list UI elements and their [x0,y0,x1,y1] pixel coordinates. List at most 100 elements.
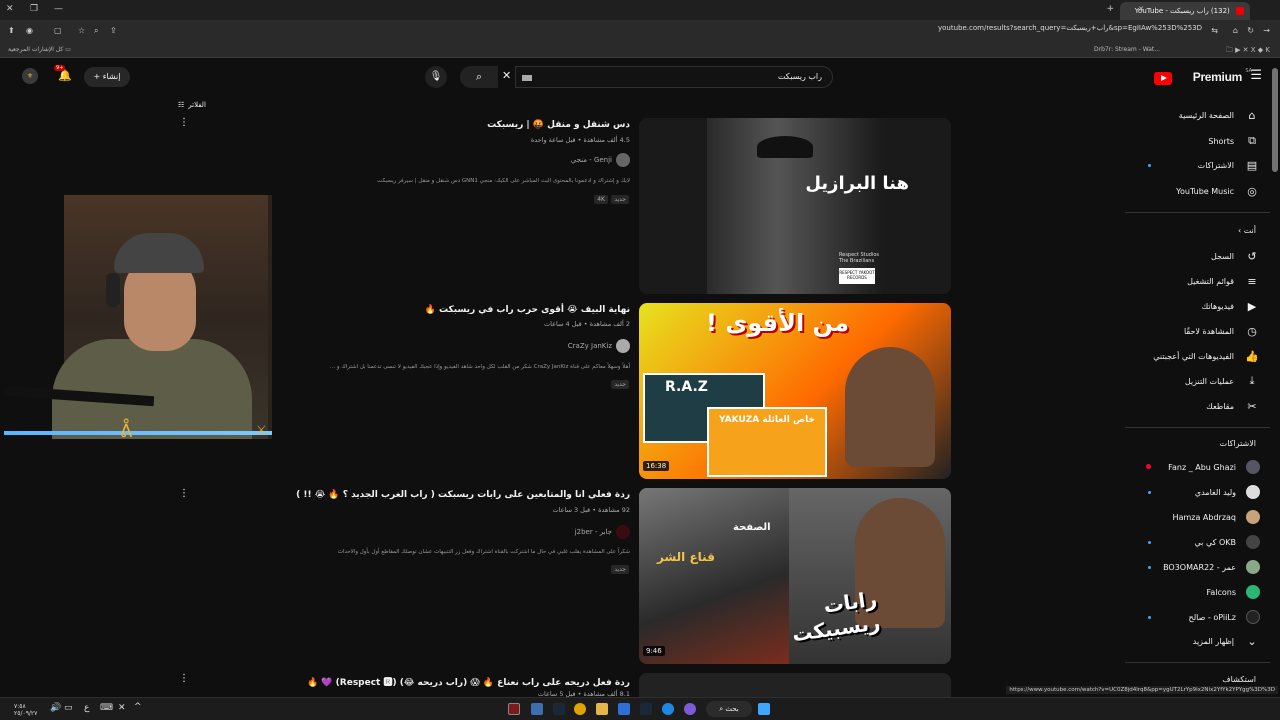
voice-search-button[interactable]: 🎙 [425,66,447,88]
sidebar-scrollbar[interactable] [1272,68,1278,172]
more-options-icon[interactable]: ⋮ [179,117,189,128]
sidebar-sub-item[interactable]: Hamza Abdrzaq [1120,507,1260,527]
new-tab-icon[interactable]: + [1106,4,1114,14]
sidebar-sub-item[interactable]: صالح - oPiiLz [1120,607,1260,627]
sidebar-item-liked[interactable]: الفيديوهات التي أعجبتني 👍 [1120,346,1260,366]
touch-keyboard-icon[interactable]: ⌨ [100,703,113,713]
sidebar-divider [1125,662,1270,663]
sidebar-item-label: إظهار المزيد [1192,636,1234,646]
edge-taskbar-icon[interactable] [662,703,674,715]
reload-icon[interactable]: ↻ [1247,26,1254,35]
thumbnail-person [845,347,935,467]
bookmark-icons-row[interactable]: 🗀 ▶ ✕ X ◆ K [1226,46,1270,57]
close-window-icon[interactable]: ✕ [6,4,14,14]
taskbar-search[interactable]: ⌕ بحث [706,701,752,717]
obs-taskbar-icon[interactable] [508,703,520,715]
create-button[interactable]: + إنشاء [84,67,130,87]
search-input[interactable]: راب ريسبكت [515,66,833,88]
sidebar-item-shorts[interactable]: Shorts ⧉ [1120,131,1260,151]
bookmark-drb7r[interactable]: Drb7r: Stream - Wat... [1094,46,1160,53]
sidebar-item-your-videos[interactable]: فيديوهاتك ▶ [1120,296,1260,316]
profile-icon[interactable]: ◉ [26,26,33,35]
download-icon: ⤓ [1249,374,1255,387]
sidebar-item-label: BO3OMAR22 - عمر [1163,562,1236,572]
tab-close-icon[interactable]: ✕ [1138,5,1144,13]
sidebar-sub-item[interactable]: Falcons [1120,582,1260,602]
sidebar-show-more[interactable]: إظهار المزيد ⌄ [1120,631,1260,651]
video-title[interactable]: ردة فعلي انا والمتابعين على رابات ريسبكت… [296,490,630,500]
sidebar-item-label: كي بي OKB [1194,537,1237,547]
site-settings-icon[interactable]: ⇆ [1211,26,1218,35]
steam-taskbar-icon[interactable] [553,703,565,715]
discord-taskbar-icon[interactable] [684,703,696,715]
sidebar-item-music[interactable]: YouTube Music ◎ [1120,181,1260,201]
sidebar-sub-item[interactable]: BO3OMAR22 - عمر [1120,557,1260,577]
live-indicator-icon [1146,464,1151,469]
home-browser-icon[interactable]: ⌂ [1233,26,1238,35]
status-url-tooltip: https://www.youtube.com/watch?v=UC0Z8jd4… [1006,686,1278,694]
more-options-icon[interactable]: ⋮ [179,673,189,684]
video-title[interactable]: دس شنقل و منقل 🤬 | ريسبكت [487,120,630,130]
video-thumbnail[interactable]: الصفحة قناع الشر رابات ريسبيكت 9:46 [639,488,951,664]
channel-link[interactable]: جابر - j2ber [575,525,630,539]
share-icon[interactable]: ⇪ [110,26,117,35]
keyboard-icon[interactable] [522,75,532,81]
app-taskbar-icon[interactable] [531,703,543,715]
url-input[interactable]: youtube.com/results?search_query=راب+ريس… [938,24,1202,32]
sidebar-item-home[interactable]: الصفحة الرئيسية ⌂ [1120,105,1260,125]
minimize-window-icon[interactable]: — [54,4,63,14]
back-icon[interactable]: → [1263,26,1270,35]
all-bookmarks-link[interactable]: كل الإشارات المرجعية ▭ [8,46,71,53]
channel-name: Genji - منجي [570,156,612,164]
file-explorer-icon[interactable] [596,703,608,715]
sidebar-item-clips[interactable]: مقاطعك ✂ [1120,396,1260,416]
sidebar-you-header[interactable]: ‹ أنت [1238,226,1256,235]
zoom-icon[interactable]: ⌕ [94,26,98,36]
clear-search-icon[interactable]: ✕ [502,69,511,82]
extensions-icon[interactable]: ⬆ [8,26,15,35]
chrome-taskbar-icon[interactable] [574,703,586,715]
bookmark-star-icon[interactable]: ☆ [78,26,85,35]
sidebar-item-watch-later[interactable]: المشاهدة لاحقًا ◷ [1120,321,1260,341]
all-bookmarks-label: كل الإشارات المرجعية [8,46,64,53]
video-title[interactable]: نهاية البيف 😭 أقوى حرب راب في ريسبكت 🔥 [425,305,630,315]
restore-window-icon[interactable]: ❐ [30,4,38,14]
menu-hamburger-icon[interactable]: ☰ [1250,68,1262,83]
tab-search-icon[interactable]: ▢ [54,26,62,35]
store-taskbar-icon[interactable] [618,703,630,715]
sidebar-sub-item[interactable]: Fanz _ Abu Ghazi [1120,457,1260,477]
volume-icon[interactable]: 🔊 [50,703,61,713]
sidebar-item-history[interactable]: السجل ↺ [1120,246,1260,266]
filters-button[interactable]: ☷ الفلاتر [178,101,206,109]
video-thumbnail[interactable]: هنا البرازيل Respect Studios The Brazili… [639,118,951,294]
sidebar-item-playlists[interactable]: قوائم التشغيل ≡ [1120,271,1260,291]
youtube-logo-icon[interactable] [1154,72,1172,85]
search-button[interactable]: ⌕ [460,66,498,88]
video-description: شكراً على المشاهدة يقلب غلبي في حال ما ا… [337,549,630,555]
channel-link[interactable]: Genji - منجي [571,153,630,167]
sidebar-sub-item[interactable]: وليد الغامدي [1120,482,1260,502]
music-icon: ◎ [1247,184,1257,198]
windows-start-icon[interactable] [758,703,770,715]
channel-avatar [616,339,630,353]
network-icon[interactable]: ▭ [64,703,73,713]
video-thumbnail[interactable] [639,673,951,697]
steam-2-taskbar-icon[interactable] [640,703,652,715]
webcam-overlay: ᕔ ⚔ [4,195,272,439]
sidebar-item-label: السجل [1210,251,1234,261]
channel-link[interactable]: CraZy JanKiz [568,339,630,353]
video-thumbnail[interactable]: من الأقوى ! R.A.Z YAKUZA خاص العائلة 16:… [639,303,951,479]
sidebar-sub-item[interactable]: كي بي OKB [1120,532,1260,552]
input-language[interactable]: ع [84,703,89,713]
tray-overflow-icon[interactable]: ^ [134,702,142,712]
sidebar-item-downloads[interactable]: عمليات التنزيل ⤓ [1120,371,1260,391]
avatar[interactable]: ⚜ [22,68,38,84]
video-title[interactable]: ردة فعل دريحه على راب نعناع 🔥 😱 (راب دري… [307,675,630,688]
sidebar-item-subscriptions[interactable]: الاشتراكات ▤ [1120,155,1260,175]
liked-icon: 👍 [1245,349,1259,363]
more-options-icon[interactable]: ⋮ [179,488,189,499]
sidebar-explore-header: استكشاف [1222,675,1256,684]
youtube-premium-logo[interactable]: Premium [1193,70,1243,84]
notifications-off-icon[interactable]: ✕ [118,703,126,713]
taskbar-clock[interactable]: ٧:٥٨ ٢٥/٠٩/٢٧ [14,703,37,717]
